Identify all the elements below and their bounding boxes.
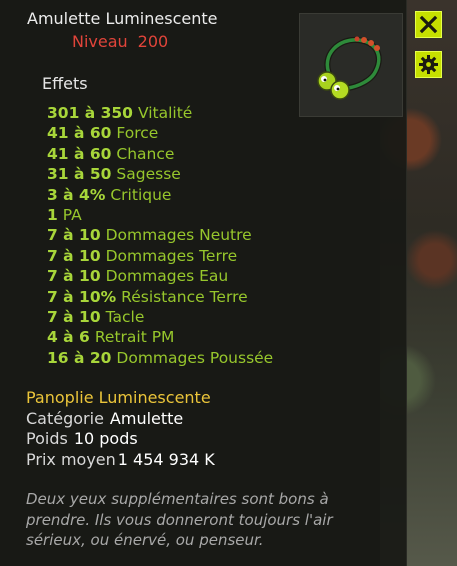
item-level: Niveau 200	[72, 32, 168, 51]
effect-value: 31 à 50	[47, 165, 112, 184]
close-button[interactable]	[415, 11, 442, 38]
effect-value: 301 à 350	[47, 104, 133, 122]
price-row: Prix moyen 1 454 934 K	[26, 450, 215, 469]
close-icon	[419, 15, 438, 34]
effect-label: Sagesse	[116, 165, 181, 184]
effect-label: Dommages Terre	[105, 246, 238, 265]
set-name-link[interactable]: Panoplie Luminescente	[26, 388, 211, 407]
settings-button[interactable]	[415, 51, 442, 78]
effect-value: 7 à 10%	[47, 287, 117, 306]
effects-list: 301 à 350 Vitalité 41 à 60 Force 41 à 60 Ch…	[47, 103, 273, 368]
effect-label: Force	[116, 124, 159, 143]
effect-value: 3 à 4%	[47, 185, 106, 204]
category-row: Catégorie Amulette	[26, 409, 183, 428]
category-value: Amulette	[109, 409, 184, 428]
effects-heading: Effets	[42, 74, 88, 93]
effect-value: 4 à 6	[47, 328, 90, 347]
price-label: Prix moyen	[26, 450, 116, 469]
item-image-frame	[299, 13, 403, 117]
effect-label: Critique	[110, 185, 172, 204]
price-value: 1 454 934 K	[117, 450, 215, 469]
weight-label: Poids	[26, 429, 68, 448]
effect-row: 7 à 10 Dommages Terre	[47, 246, 273, 266]
effect-row: 7 à 10 Dommages Eau	[47, 266, 273, 286]
effect-label: Dommages Poussée	[116, 348, 274, 367]
effect-label: Vitalité	[137, 104, 193, 122]
effect-row: 7 à 10 Tacle	[47, 307, 273, 327]
gear-icon	[419, 55, 438, 74]
weight-row: Poids 10 pods	[26, 429, 138, 448]
effect-value: 7 à 10	[47, 226, 101, 245]
item-tooltip-window: Amulette Luminescente Niveau 200 Effets	[0, 0, 457, 566]
effect-label: Dommages Eau	[105, 267, 229, 286]
effect-label: Tacle	[105, 307, 145, 326]
item-details-panel: Amulette Luminescente Niveau 200 Effets	[0, 0, 407, 566]
effect-value: 1	[47, 205, 58, 224]
effect-value: 7 à 10	[47, 307, 101, 326]
effect-value: 41 à 60	[47, 124, 112, 143]
effect-value: 41 à 60	[47, 144, 112, 163]
effect-row: 7 à 10 Dommages Neutre	[47, 225, 273, 245]
effect-label: Dommages Neutre	[105, 226, 252, 245]
weight-value: 10 pods	[73, 429, 138, 448]
effect-row: 16 à 20 Dommages Poussée	[47, 348, 273, 368]
effect-row: 3 à 4% Critique	[47, 185, 273, 205]
item-description: Deux yeux supplémentaires sont bons à pr…	[26, 490, 333, 549]
effect-label: PA	[62, 205, 82, 224]
effect-value: 16 à 20	[47, 348, 112, 367]
item-name: Amulette Luminescente	[27, 9, 218, 28]
effect-row: 1 PA	[47, 205, 273, 225]
level-label: Niveau	[72, 32, 128, 51]
effect-row: 31 à 50 Sagesse	[47, 164, 273, 184]
effect-value: 7 à 10	[47, 246, 101, 265]
category-label: Catégorie	[26, 409, 104, 428]
effect-row: 7 à 10% Résistance Terre	[47, 287, 273, 307]
effect-value: 7 à 10	[47, 267, 101, 286]
effect-row: 4 à 6 Retrait PM	[47, 327, 273, 347]
level-value: 200	[137, 32, 169, 51]
effect-label: Chance	[116, 144, 175, 163]
effect-row: 41 à 60 Chance	[47, 144, 273, 164]
effect-row: 41 à 60 Force	[47, 123, 273, 143]
effect-row: 301 à 350 Vitalité	[47, 103, 273, 123]
effect-label: Résistance Terre	[121, 287, 248, 306]
effect-label: Retrait PM	[94, 328, 175, 347]
amulet-icon	[317, 36, 382, 100]
